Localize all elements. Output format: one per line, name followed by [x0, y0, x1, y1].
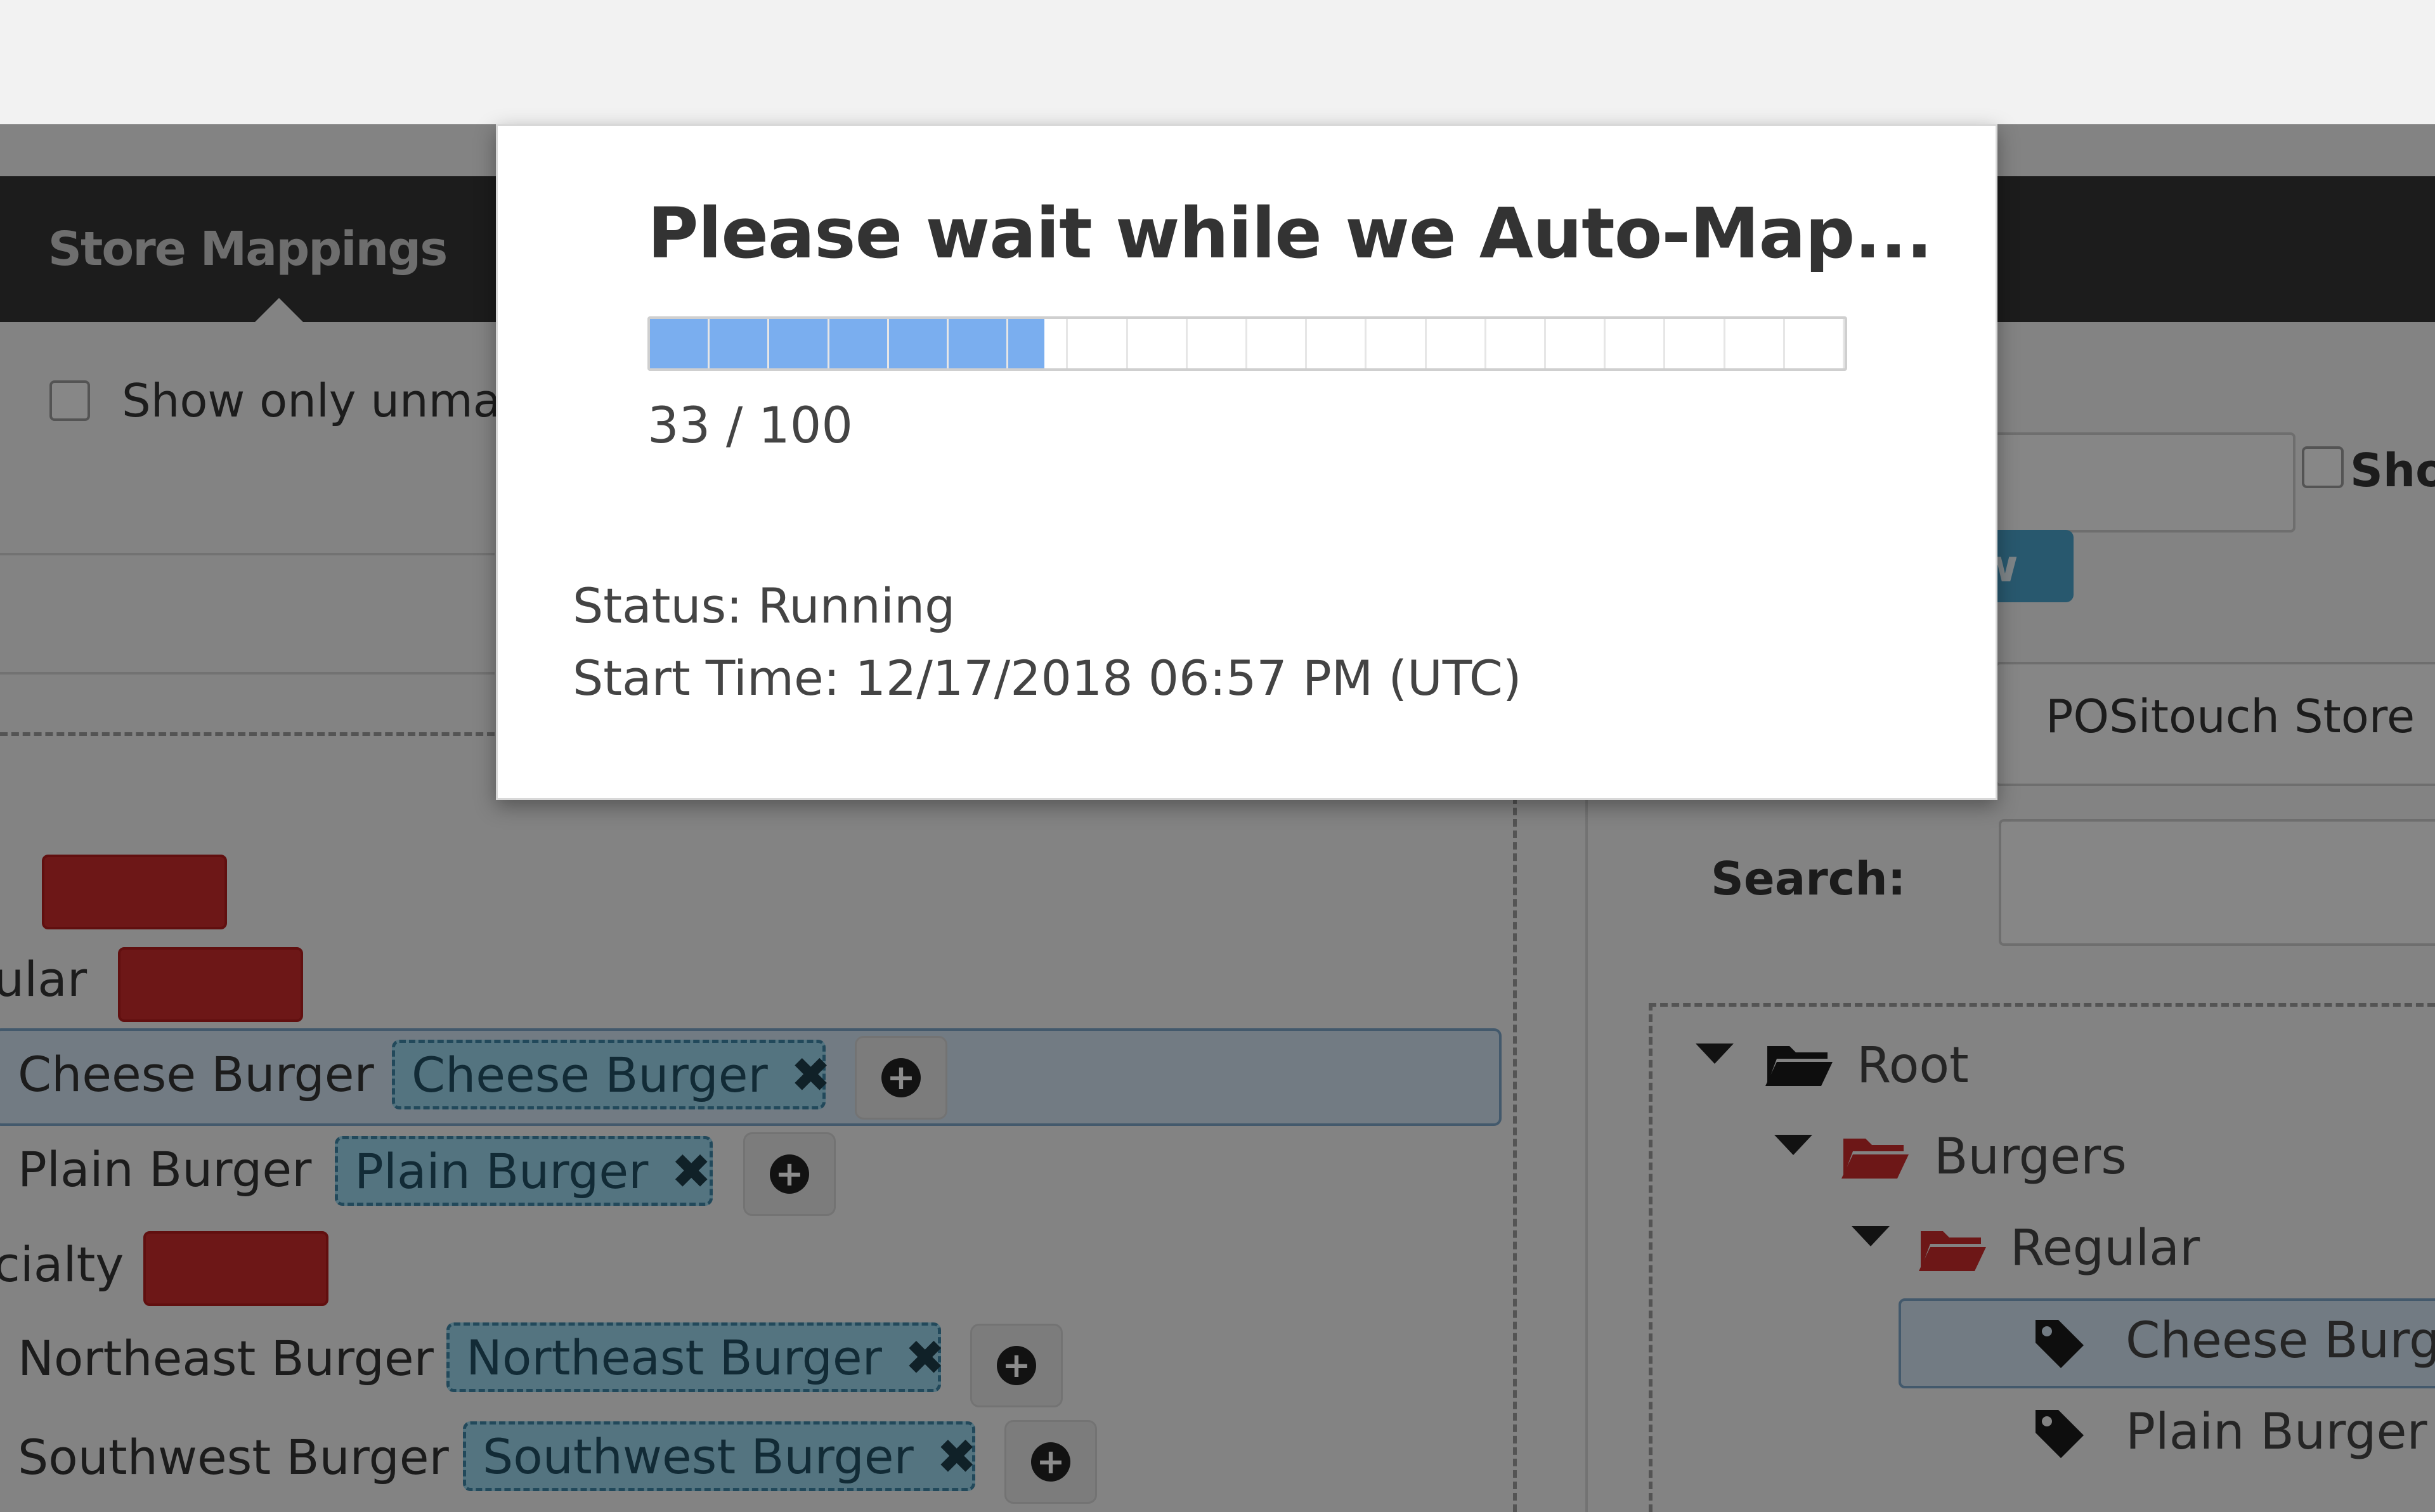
progress-bar [647, 316, 1847, 371]
auto-map-progress-dialog: Please wait while we Auto-Map... 33 / 10… [496, 124, 1997, 800]
start-time-text: Start Time: 12/17/2018 06:57 PM (UTC) [573, 650, 1522, 706]
progress-segments [650, 319, 1845, 368]
browser-top-strip [0, 0, 2435, 124]
status-text: Status: Running [573, 578, 956, 634]
dialog-title: Please wait while we Auto-Map... [647, 193, 1933, 274]
progress-count: 33 / 100 [647, 397, 853, 455]
